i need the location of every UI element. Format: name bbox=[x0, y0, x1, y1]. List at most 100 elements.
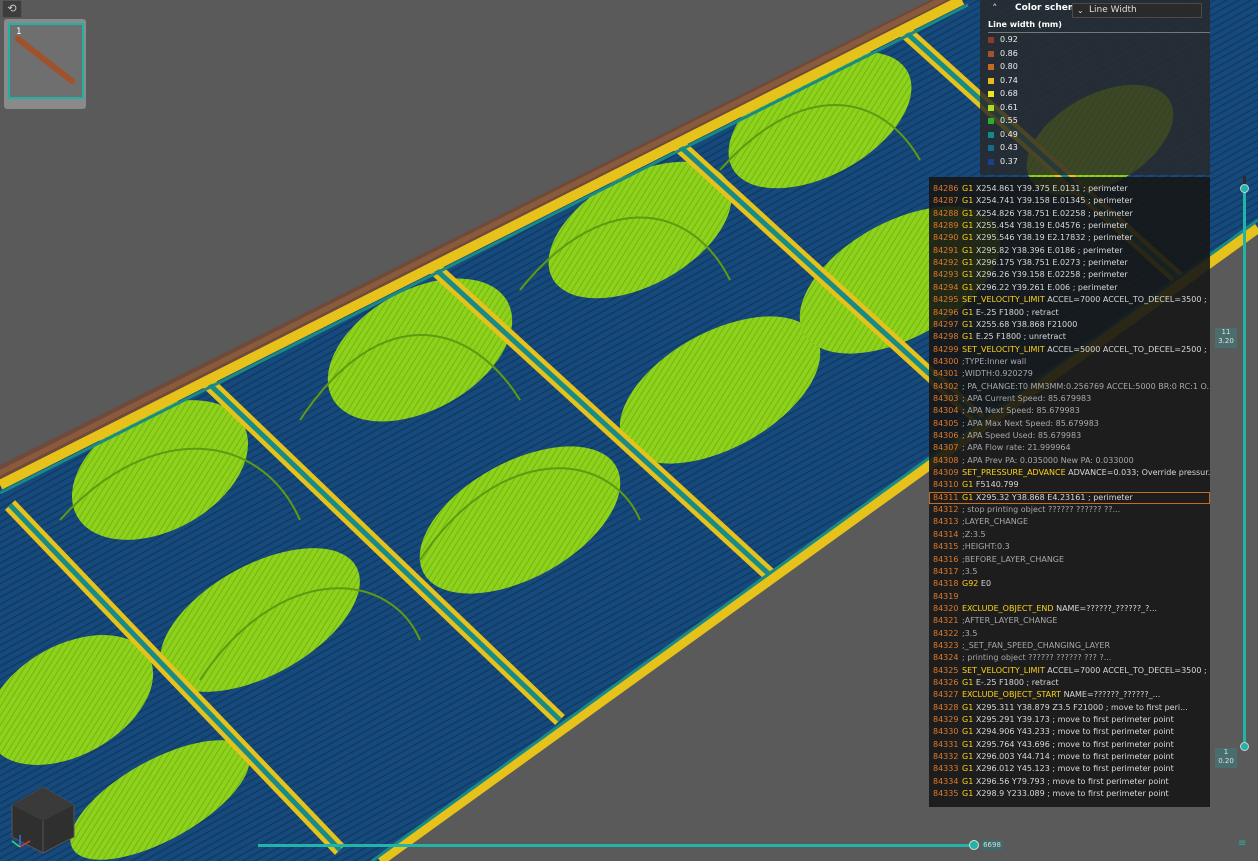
gcode-line[interactable]: 84320 EXCLUDE_OBJECT_END NAME=??????_????… bbox=[929, 603, 1210, 615]
gcode-args: X255.68 Y38.868 F21000 bbox=[973, 319, 1078, 329]
gcode-command: G1 E-.25 F1800 ; retract bbox=[962, 307, 1059, 319]
gcode-line[interactable]: 84322 ;3.5 bbox=[929, 628, 1210, 640]
gcode-line[interactable]: 84298 G1 E.25 F1800 ; unretract bbox=[929, 331, 1210, 343]
gcode-line[interactable]: 84327 EXCLUDE_OBJECT_START NAME=??????_??… bbox=[929, 689, 1210, 701]
gcode-line[interactable]: 84286 G1 X254.861 Y39.375 E.0131 ; perime… bbox=[929, 183, 1210, 195]
layer-slider-top-handle[interactable] bbox=[1240, 184, 1249, 193]
gcode-line[interactable]: 84310 G1 F5140.799 bbox=[929, 479, 1210, 491]
gcode-line[interactable]: 84300 ;TYPE:Inner wall bbox=[929, 356, 1210, 368]
gcode-line[interactable]: 84301 ;WIDTH:0.920279 bbox=[929, 368, 1210, 380]
gcode-line[interactable]: 84325 SET_VELOCITY_LIMIT ACCEL=7000 ACCEL… bbox=[929, 665, 1210, 677]
gcode-line[interactable]: 84328 G1 X295.311 Y38.879 Z3.5 F21000 ; m… bbox=[929, 702, 1210, 714]
gcode-args: ; APA Flow rate: 21.999964 bbox=[962, 443, 1071, 453]
gcode-line[interactable]: 84330 G1 X294.906 Y43.233 ; move to first… bbox=[929, 726, 1210, 738]
gcode-line[interactable]: 84316 ;BEFORE_LAYER_CHANGE bbox=[929, 554, 1210, 566]
gcode-line-number: 84302 bbox=[933, 381, 959, 391]
gcode-line[interactable]: 84296 G1 E-.25 F1800 ; retract bbox=[929, 307, 1210, 319]
gcode-line[interactable]: 84314 ;Z:3.5 bbox=[929, 529, 1210, 541]
gcode-line[interactable]: 84331 G1 X295.764 Y43.696 ; move to first… bbox=[929, 739, 1210, 751]
gcode-line[interactable]: 84291 G1 X295.82 Y38.396 E.0186 ; perimet… bbox=[929, 245, 1210, 257]
gcode-line[interactable]: 84315 ;HEIGHT:0.3 bbox=[929, 541, 1210, 553]
layer-slider[interactable] bbox=[1238, 176, 1252, 756]
gcode-args: ACCEL=7000 ACCEL_TO_DECEL=3500 ; ... bbox=[1044, 665, 1210, 675]
gcode-line[interactable]: 84299 SET_VELOCITY_LIMIT ACCEL=5000 ACCEL… bbox=[929, 344, 1210, 356]
gcode-line-number: 84325 bbox=[933, 665, 959, 675]
gcode-line[interactable]: 84288 G1 X254.826 Y38.751 E.02258 ; perim… bbox=[929, 208, 1210, 220]
gcode-line[interactable]: 84335 G1 X298.9 Y233.089 ; move to first … bbox=[929, 788, 1210, 800]
top-layer-number: 11 bbox=[1221, 328, 1231, 336]
gcode-args: X295.311 Y38.879 Z3.5 F21000 ; move to f… bbox=[973, 702, 1188, 712]
gcode-command: ;WIDTH:0.920279 bbox=[962, 368, 1033, 380]
gcode-line[interactable]: 84290 G1 X295.546 Y38.19 E2.17832 ; perim… bbox=[929, 232, 1210, 244]
gcode-line[interactable]: 84295 SET_VELOCITY_LIMIT ACCEL=7000 ACCEL… bbox=[929, 294, 1210, 306]
gcode-command: G1 X295.32 Y38.868 E4.23161 ; perimeter bbox=[962, 492, 1133, 504]
top-layer-label: 11 3.20 bbox=[1215, 328, 1237, 348]
gcode-line[interactable]: 84287 G1 X254.741 Y39.158 E.01345 ; perim… bbox=[929, 195, 1210, 207]
gcode-line[interactable]: 84289 G1 X255.454 Y38.19 E.04576 ; perime… bbox=[929, 220, 1210, 232]
gcode-command: ;AFTER_LAYER_CHANGE bbox=[962, 615, 1057, 627]
gcode-line[interactable]: 84318 G92 E0 bbox=[929, 578, 1210, 590]
gcode-line[interactable]: 84334 G1 X296.56 Y79.793 ; move to first … bbox=[929, 776, 1210, 788]
gcode-args: E-.25 F1800 ; retract bbox=[973, 678, 1059, 687]
gcode-line[interactable]: 84309 SET_PRESSURE_ADVANCE ADVANCE=0.033;… bbox=[929, 467, 1210, 479]
gcode-line-number: 84328 bbox=[933, 702, 959, 712]
gcode-line[interactable]: 84326 G1 E-.25 F1800 ; retract bbox=[929, 677, 1210, 689]
gcode-keyword: G1 bbox=[962, 727, 974, 737]
gcode-line[interactable]: 84302; PA_CHANGE:T0 MM3MM:0.256769 ACCEL… bbox=[929, 381, 1210, 393]
gcode-line-current[interactable]: 84311 G1 X295.32 Y38.868 E4.23161 ; perim… bbox=[929, 491, 1210, 504]
bottom-layer-height: 0.20 bbox=[1218, 757, 1234, 765]
gcode-line[interactable]: 84303; APA Current Speed: 85.679983 bbox=[929, 393, 1210, 405]
gcode-line-number: 84327 bbox=[933, 690, 959, 700]
gcode-line-number: 84308 bbox=[933, 455, 959, 465]
gcode-line-number: 84295 bbox=[933, 295, 959, 305]
move-slider[interactable]: 6698 bbox=[258, 840, 1003, 852]
gcode-keyword: G1 bbox=[962, 221, 974, 231]
gcode-line[interactable]: 84317 ;3.5 bbox=[929, 566, 1210, 578]
gcode-line[interactable]: 84305; APA Max Next Speed: 85.679983 bbox=[929, 418, 1210, 430]
gcode-line-number: 84310 bbox=[933, 480, 959, 490]
gcode-line[interactable]: 84321 ;AFTER_LAYER_CHANGE bbox=[929, 615, 1210, 627]
gcode-keyword: G1 bbox=[962, 789, 974, 799]
layer-slider-bottom-handle[interactable] bbox=[1240, 742, 1249, 751]
gcode-line[interactable]: 84333 G1 X296.012 Y45.123 ; move to first… bbox=[929, 763, 1210, 775]
gcode-line[interactable]: 84324; printing object ?????? ?????? ???… bbox=[929, 652, 1210, 664]
legend-value: 0.43 bbox=[1000, 143, 1018, 152]
gcode-line[interactable]: 84332 G1 X296.003 Y44.714 ; move to first… bbox=[929, 751, 1210, 763]
gcode-line[interactable]: 84307; APA Flow rate: 21.999964 bbox=[929, 442, 1210, 454]
gcode-command: ; stop printing object ?????? ?????? ??.… bbox=[962, 504, 1120, 516]
gcode-line-number: 84297 bbox=[933, 319, 959, 329]
gcode-args: X296.22 Y39.261 E.006 ; perimeter bbox=[973, 282, 1118, 292]
object-thumbnail[interactable]: 1 bbox=[8, 23, 84, 99]
gcode-line[interactable]: 84308; APA Prev PA: 0.035000 New PA: 0.0… bbox=[929, 455, 1210, 467]
gcode-line-number: 84303 bbox=[933, 393, 959, 403]
object-thumbnail-panel: 1 bbox=[4, 19, 86, 109]
gcode-command: ; PA_CHANGE:T0 MM3MM:0.256769 ACCEL:5000… bbox=[962, 381, 1210, 393]
gcode-line[interactable]: 84306; APA Speed Used: 85.679983 bbox=[929, 430, 1210, 442]
gcode-keyword: G1 bbox=[962, 776, 974, 786]
legend-value: 0.92 bbox=[1000, 35, 1018, 44]
menu-icon[interactable]: ≡ bbox=[1238, 838, 1248, 850]
gcode-args: E-.25 F1800 ; retract bbox=[973, 307, 1059, 317]
gcode-line[interactable]: 84312; stop printing object ?????? ?????… bbox=[929, 504, 1210, 516]
view-cube-icon[interactable] bbox=[8, 785, 78, 855]
gcode-command: ; APA Max Next Speed: 85.679983 bbox=[962, 418, 1099, 430]
gcode-line[interactable]: 84293 G1 X296.26 Y39.158 E.02258 ; perime… bbox=[929, 269, 1210, 281]
gcode-line[interactable]: 84323 ;_SET_FAN_SPEED_CHANGING_LAYER bbox=[929, 640, 1210, 652]
gcode-line[interactable]: 84313 ;LAYER_CHANGE bbox=[929, 516, 1210, 528]
gcode-line-number: 84309 bbox=[933, 468, 959, 478]
move-slider-handle[interactable] bbox=[969, 840, 979, 850]
gcode-line[interactable]: 84319 bbox=[929, 591, 1210, 603]
collapse-legend-icon[interactable]: ˄ bbox=[992, 2, 998, 15]
gcode-line[interactable]: 84304; APA Next Speed: 85.679983 bbox=[929, 405, 1210, 417]
gcode-viewer[interactable]: 84286 G1 X254.861 Y39.375 E.0131 ; perime… bbox=[929, 177, 1210, 807]
collapse-arrows-icon[interactable]: ⟲ bbox=[2, 0, 22, 18]
gcode-command: G1 X255.68 Y38.868 F21000 bbox=[962, 319, 1077, 331]
gcode-args: X295.546 Y38.19 E2.17832 ; perimeter bbox=[973, 233, 1133, 243]
gcode-line[interactable]: 84294 G1 X296.22 Y39.261 E.006 ; perimete… bbox=[929, 282, 1210, 294]
gcode-args: ;LAYER_CHANGE bbox=[962, 517, 1028, 527]
gcode-line[interactable]: 84297 G1 X255.68 Y38.868 F21000 bbox=[929, 319, 1210, 331]
color-scheme-select[interactable]: ⌄ Line Width bbox=[1072, 3, 1202, 18]
gcode-line-number: 84330 bbox=[933, 727, 959, 737]
gcode-line[interactable]: 84329 G1 X295.291 Y39.173 ; move to first… bbox=[929, 714, 1210, 726]
gcode-line[interactable]: 84292 G1 X296.175 Y38.751 E.0273 ; perime… bbox=[929, 257, 1210, 269]
